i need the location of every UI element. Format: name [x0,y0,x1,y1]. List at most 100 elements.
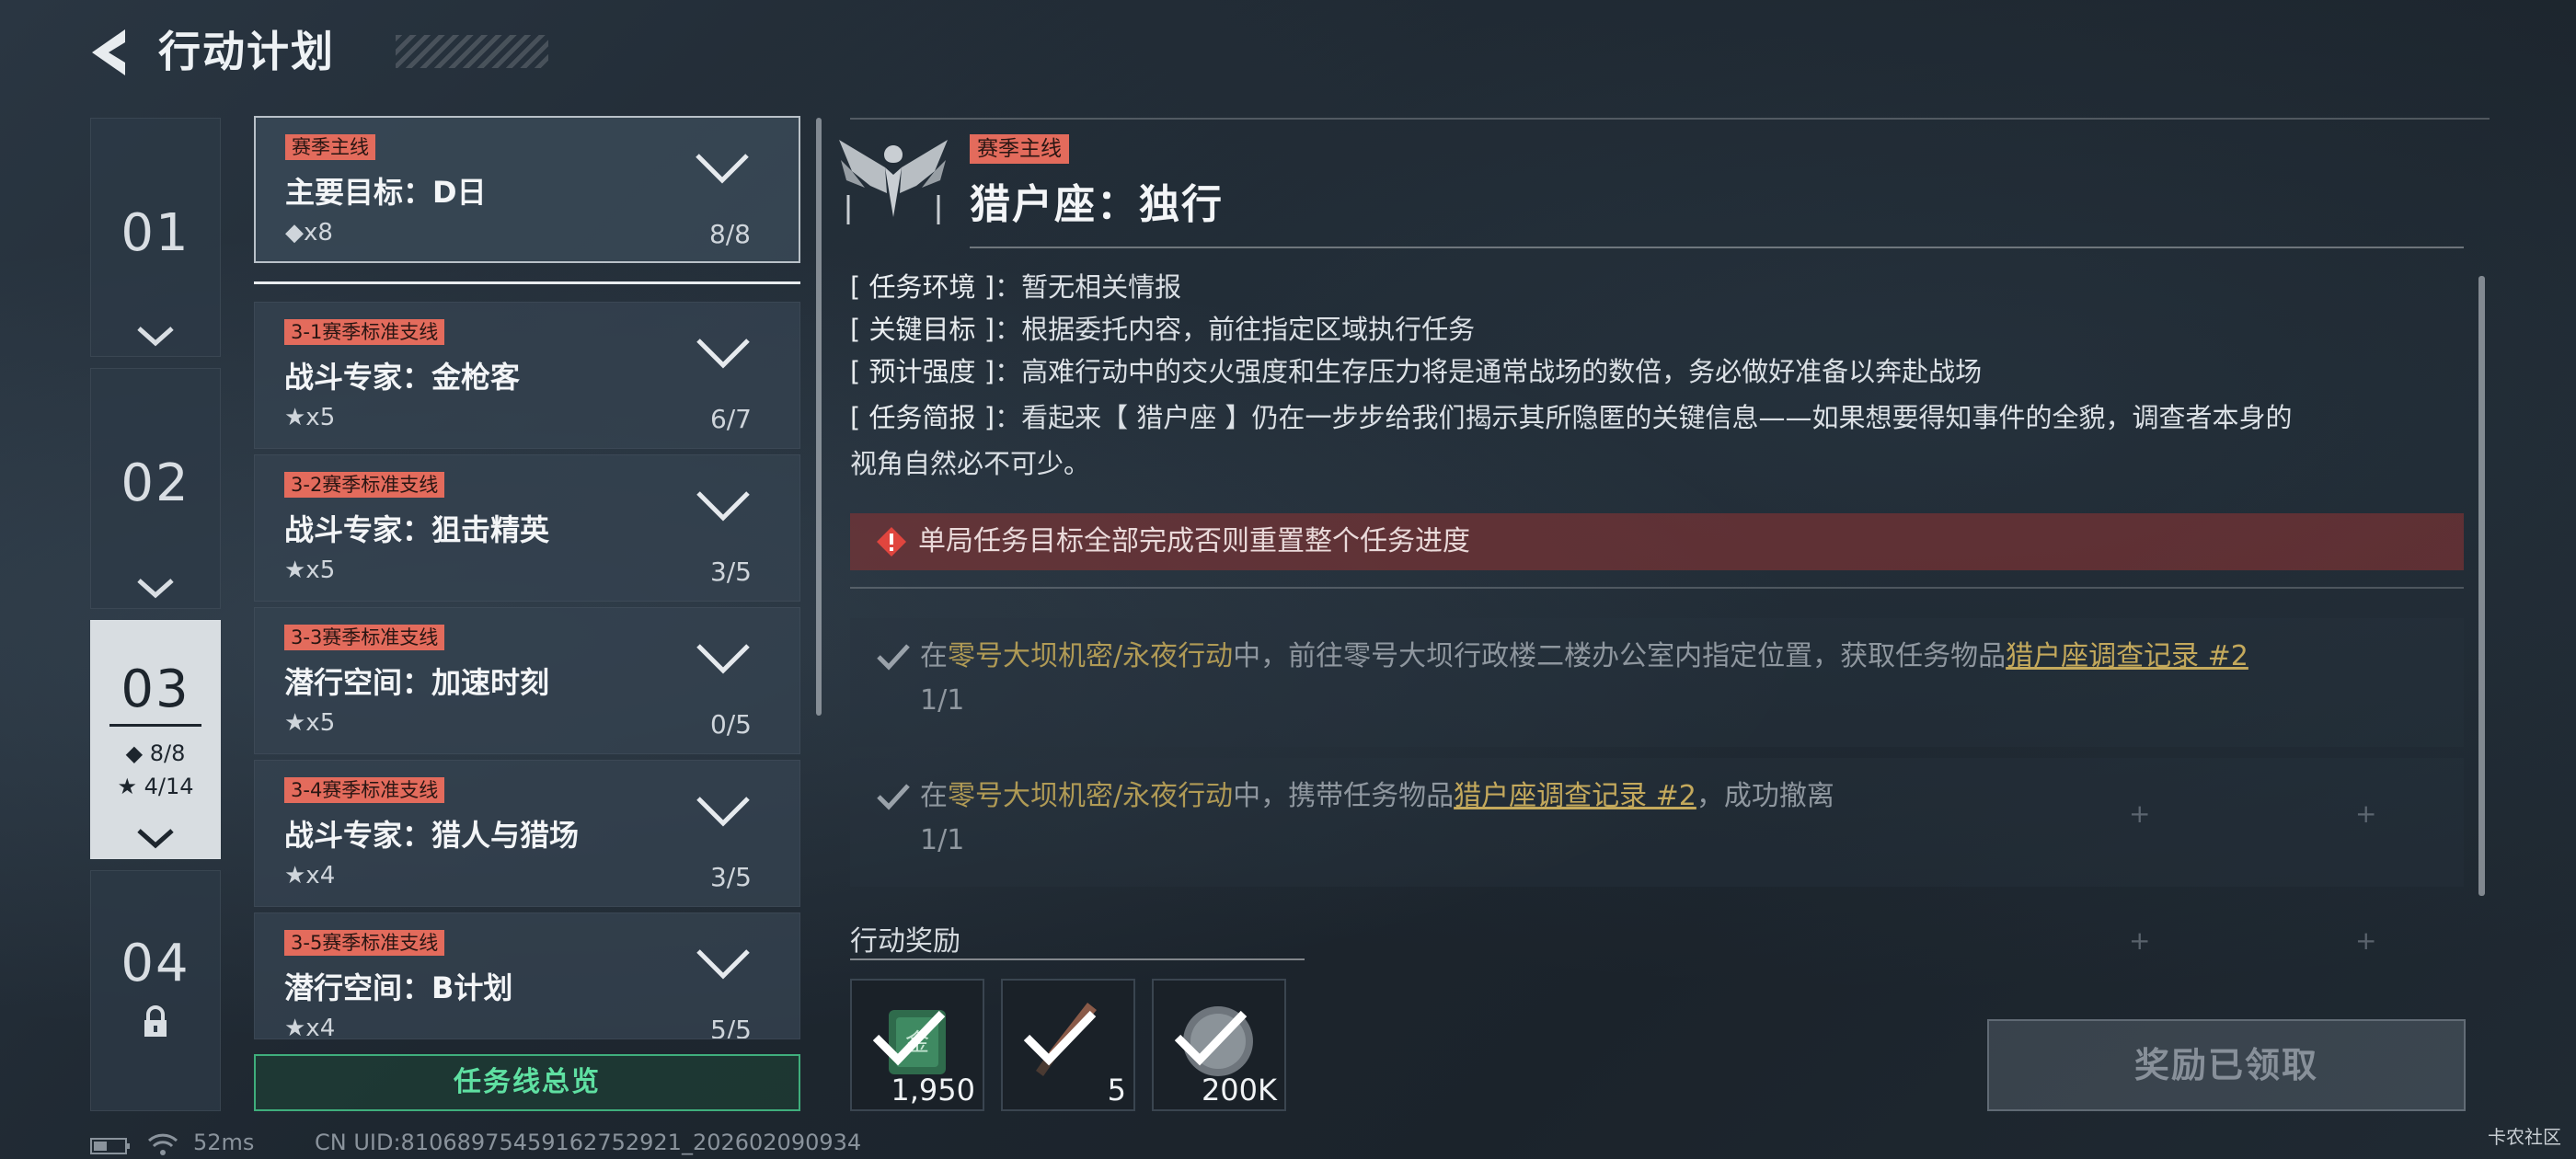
reward-section-label: 行动奖励 [850,925,960,958]
chapter-tab-03[interactable]: 03 ◆ 8/8 ★ 4/14 [90,620,221,859]
objective-progress: 1/1 [920,684,965,717]
chevron-down-icon[interactable] [695,794,752,829]
chapter-tab-04[interactable]: 04 [90,870,221,1111]
info-intensity: [ 预计强度 ]：高难行动中的交火强度和生存压力将是通常战场的数倍，务必做好准备… [850,351,2460,392]
wifi-icon [147,1133,178,1155]
warning-banner: 单局任务目标全部完成否则重置整个任务进度 [850,513,2464,570]
reward-quantity: 1,950 [891,1073,975,1107]
chapter-star-stat: ★ 4/14 [117,774,194,799]
mission-progress: 6/7 [709,404,752,434]
info-label: [ 任务简报 ] [850,402,995,433]
mission-progress: 3/5 [709,557,752,587]
mission-tag: 3-3赛季标准支线 [284,625,445,650]
chapter-underline [109,724,201,727]
mission-progress: 8/8 [708,219,751,249]
mission-title: 战斗专家：金枪客 [284,360,521,395]
mission-tag: 赛季主线 [285,134,375,160]
reward-quantity: 5 [1107,1073,1126,1107]
warning-text: 单局任务目标全部完成否则重置整个任务进度 [918,525,1470,557]
mission-tag: 3-4赛季标准支线 [284,777,445,803]
claimed-check-icon [1174,1010,1248,1066]
decor-plus: + [2355,798,2377,829]
check-icon [877,784,910,810]
info-label: [ 任务环境 ] [850,271,995,303]
detail-title: 猎户座：独行 [970,181,1224,228]
warning-icon [877,527,906,557]
chevron-down-icon [137,327,174,347]
reward-item[interactable]: 5 [1001,979,1135,1111]
mission-reward: ◆x8 [285,219,333,247]
chevron-down-icon[interactable] [694,151,751,186]
objective-progress: 1/1 [920,824,965,856]
mission-card[interactable]: 3-2赛季标准支线 战斗专家：狙击精英 ★x5 3/5 [254,454,800,602]
decor-plus: + [2355,925,2377,956]
objective-item-link[interactable]: 猎户座调查记录 #2 [1454,780,1696,812]
title-decoration [396,35,548,68]
info-label: [ 关键目标 ] [850,314,995,345]
mission-reward: ★x5 [284,709,336,737]
list-divider [254,281,800,284]
back-arrow-icon[interactable] [85,26,136,79]
chapter-number: 01 [121,203,190,263]
chapter-number: 03 [121,660,190,719]
mission-card[interactable]: 3-3赛季标准支线 潜行空间：加速时刻 ★x5 0/5 [254,607,800,754]
chapter-tab-02[interactable]: 02 [90,368,221,609]
mission-tag: 3-1赛季标准支线 [284,319,445,345]
decor-plus: + [2129,925,2151,956]
mission-reward: ★x4 [284,1015,336,1039]
info-text: ：看起来【 猎户座 】仍在一步步给我们揭示其所隐匿的关键信息——如果想要得知事件… [995,402,2293,433]
objective-text: 在零号大坝机密/永夜行动中，前往零号大坝行政楼二楼办公室内指定位置，获取任务物品… [920,640,2248,672]
detail-scrollbar[interactable] [2478,276,2485,896]
mission-reward: ★x4 [284,862,336,889]
reward-item[interactable]: 200K [1152,979,1286,1111]
info-briefing-cont: 视角自然必不可少。 [850,448,1091,479]
watermark: 卡农社区 [2488,1126,2561,1148]
page-title: 行动计划 [158,27,335,76]
reward-divider [850,958,1305,960]
chapter-number: 02 [121,453,190,513]
mission-tag: 3-5赛季标准支线 [284,930,445,956]
info-briefing: [ 任务简报 ]：看起来【 猎户座 】仍在一步步给我们揭示其所隐匿的关键信息——… [850,397,2460,438]
chevron-down-icon[interactable] [695,641,752,676]
info-label: [ 预计强度 ] [850,356,995,387]
chevron-down-icon[interactable] [695,336,752,371]
claimed-check-icon [872,1010,946,1066]
detail-title-divider [970,247,2464,248]
reward-quantity: 200K [1201,1073,1277,1107]
chapter-tab-01[interactable]: 01 [90,118,221,357]
info-text: ：暂无相关情报 [995,271,1182,303]
decor-plus: + [2129,798,2151,829]
mission-progress: 3/5 [709,862,752,892]
objective-item-link[interactable]: 猎户座调查记录 #2 [2006,640,2248,672]
lock-icon [144,1005,167,1037]
mission-reward: ★x5 [284,404,336,431]
mission-title: 战斗专家：狙击精英 [284,512,550,547]
battery-icon [90,1138,130,1154]
chevron-down-icon [137,579,174,599]
mission-progress: 0/5 [709,709,752,740]
mission-card[interactable]: 3-1赛季标准支线 战斗专家：金枪客 ★x5 6/7 [254,302,800,449]
chevron-down-icon[interactable] [695,488,752,523]
chapter-diamond-stat: ◆ 8/8 [125,740,186,766]
reward-item[interactable]: 金 1,950 [850,979,984,1111]
mission-overview-button[interactable]: 任务线总览 [254,1054,800,1111]
user-uid: CN UID:81068975459162752921_202602090934 [315,1130,862,1155]
ping-readout: 52ms [193,1130,255,1155]
reward-claimed-button[interactable]: 奖励已领取 [1987,1019,2466,1111]
mission-reward: ★x5 [284,557,336,584]
chapter-number: 04 [121,934,190,993]
info-key-target: [ 关键目标 ]：根据委托内容，前往指定区域执行任务 [850,309,2460,350]
mission-list-scrollbar[interactable] [816,118,822,716]
eagle-emblem-icon [839,140,948,224]
objective-location: 零号大坝机密/永夜行动 [948,780,1234,812]
mission-card[interactable]: 3-4赛季标准支线 战斗专家：猎人与猎场 ★x4 3/5 [254,760,800,907]
objective-item: 在零号大坝机密/永夜行动中，前往零号大坝行政楼二楼办公室内指定位置，获取任务物品… [850,618,2464,747]
chevron-down-icon[interactable] [695,947,752,981]
mission-card[interactable]: 赛季主线 主要目标：D日 ◆x8 8/8 [254,116,800,263]
objective-text: 在零号大坝机密/永夜行动中，携带任务物品猎户座调查记录 #2，成功撤离 [920,780,1834,812]
mission-progress: 5/5 [709,1015,752,1039]
detail-top-divider [850,118,2490,120]
mission-tag: 3-2赛季标准支线 [284,472,445,498]
mission-card[interactable]: 3-5赛季标准支线 潜行空间：B计划 ★x4 5/5 [254,912,800,1039]
claimed-check-icon [1023,1010,1097,1066]
